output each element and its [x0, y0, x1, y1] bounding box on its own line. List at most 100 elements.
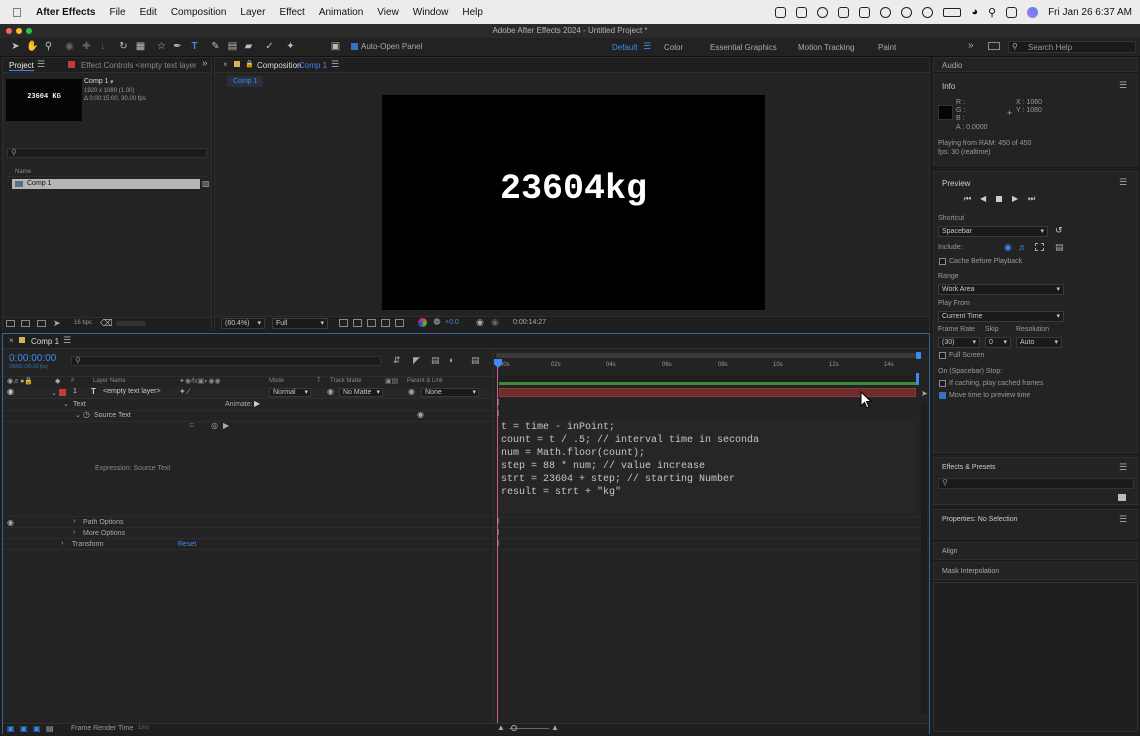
menu-effect[interactable]: Effect — [279, 7, 304, 18]
timeline-tab-menu-icon[interactable]: ☰ — [63, 335, 71, 346]
menubar-datetime[interactable]: Fri Jan 26 6:37 AM — [1048, 7, 1132, 18]
region-of-interest-icon[interactable] — [381, 319, 390, 327]
source-text-label[interactable]: Source Text — [94, 412, 131, 419]
close-timeline-tab-icon[interactable]: × — [9, 336, 14, 345]
apple-icon[interactable]:  — [12, 5, 26, 20]
cache-before-playback-checkbox[interactable] — [939, 258, 946, 265]
close-comp-tab-icon[interactable]: × — [223, 60, 228, 69]
thumbnail-slider[interactable] — [116, 321, 146, 326]
app-name-menu[interactable]: After Effects — [36, 7, 95, 18]
pan-behind-tool-icon[interactable]: ▦ — [135, 41, 146, 52]
twirl-down-icon[interactable]: ⌄ — [51, 389, 57, 397]
control-center-icon[interactable] — [1006, 6, 1018, 18]
last-frame-icon[interactable]: ⏭ — [1028, 194, 1035, 204]
roto-brush-tool-icon[interactable]: ✓ — [264, 41, 275, 52]
include-overlays-icon[interactable] — [1035, 243, 1044, 251]
camera-icon[interactable] — [838, 6, 850, 18]
shape-tool-icon[interactable]: ☆ — [156, 41, 167, 52]
effects-search-field[interactable]: ⚲ — [938, 478, 1134, 489]
resolution-preview-dropdown[interactable]: Auto ▾ — [1016, 337, 1062, 348]
reset-shortcut-icon[interactable]: ↺ — [1055, 225, 1063, 236]
workspace-menu-icon[interactable]: ☰ — [643, 41, 651, 52]
move-time-checkbox[interactable] — [939, 392, 946, 399]
exposure-icon[interactable]: ❁ — [433, 317, 441, 328]
zoom-in-time-icon[interactable]: ▲ — [551, 723, 559, 732]
name-column-header[interactable]: Name — [15, 169, 31, 175]
flowchart-icon[interactable]: ▨ — [202, 179, 210, 188]
work-area-end-handle[interactable] — [916, 352, 921, 359]
lock-icon[interactable]: 🔒 — [245, 60, 254, 68]
interpret-footage-icon[interactable] — [6, 320, 15, 327]
canvas-text-layer[interactable]: 23604kg — [382, 169, 765, 209]
viewer-timecode[interactable]: 0:00:14:27 — [513, 319, 546, 326]
snapshot-camera-icon[interactable]: ◉ — [476, 317, 484, 328]
menu-view[interactable]: View — [377, 7, 399, 18]
eraser-tool-icon[interactable]: ▰ — [243, 41, 254, 52]
source-text-pickwhip-icon[interactable]: ◉ — [417, 410, 424, 419]
more-options-label[interactable]: More Options — [83, 530, 125, 537]
time-ruler[interactable]: 00s 02s 04s 06s 08s 10s 12s 14s — [496, 360, 920, 372]
stop-icon[interactable] — [996, 196, 1002, 202]
zoom-window-button[interactable] — [26, 28, 32, 34]
panel-overflow-icon[interactable]: » — [202, 58, 208, 69]
magnification-dropdown[interactable]: (60.4%) ▾ — [221, 318, 265, 329]
dolly-tool-icon[interactable]: ↓ — [97, 41, 108, 52]
workspace-color-tab[interactable]: Color — [664, 43, 683, 52]
transparency-grid-icon[interactable] — [353, 319, 362, 327]
in-out-toggle-icon[interactable]: ▣ — [33, 724, 41, 733]
workspace-default-tab[interactable]: Default — [612, 43, 637, 52]
info-panel-menu-icon[interactable]: ☰ — [1119, 80, 1127, 91]
align-title[interactable]: Align — [942, 548, 958, 555]
layer-mode-dropdown[interactable]: Normal ▾ — [269, 388, 311, 397]
expression-line-5[interactable]: strt = 23604 + step; // starting Number — [501, 474, 735, 485]
shortcut-dropdown[interactable]: Spacebar ▾ — [938, 226, 1048, 237]
work-area-bar[interactable] — [496, 353, 920, 358]
parent-dropdown[interactable]: None ▾ — [421, 388, 479, 397]
shy-layers-icon[interactable]: ◤ — [413, 355, 420, 366]
preview-panel-title[interactable]: Preview — [942, 179, 970, 188]
info-panel-title[interactable]: Info — [942, 82, 955, 91]
more-options-twirl-icon[interactable]: › — [73, 529, 75, 536]
graph-editor-icon[interactable]: ▤ — [471, 355, 480, 366]
expression-line-1[interactable]: t = time - inPoint; — [501, 422, 615, 433]
resolution-dropdown[interactable]: Full ▾ — [272, 318, 328, 329]
expression-language-menu-icon[interactable]: ▶ — [223, 421, 229, 430]
video-visibility-eye-icon[interactable]: ◉ — [7, 387, 14, 396]
expression-graph-icon[interactable]: ◎ — [211, 421, 218, 430]
type-tool-icon[interactable]: T — [189, 41, 200, 52]
fast-previews-icon[interactable] — [339, 319, 348, 327]
minimize-window-button[interactable] — [16, 28, 22, 34]
hand-tool-icon[interactable]: ✋ — [26, 41, 38, 52]
selection-tool-icon[interactable]: ➤ — [10, 41, 21, 52]
zoom-tool-icon[interactable]: ⚲ — [43, 41, 54, 52]
menu-composition[interactable]: Composition — [171, 7, 227, 18]
if-caching-checkbox[interactable] — [939, 380, 946, 387]
mask-interpolation-title[interactable]: Mask Interpolation — [942, 568, 999, 575]
pan-tool-icon[interactable]: ✚ — [81, 41, 92, 52]
coin-icon[interactable] — [880, 6, 892, 18]
transform-label[interactable]: Transform — [72, 541, 104, 548]
properties-menu-icon[interactable]: ☰ — [1119, 514, 1127, 525]
siri-icon[interactable] — [1027, 6, 1039, 18]
layer-name-column-header[interactable]: Layer Name — [93, 378, 126, 384]
expression-line-4[interactable]: step = 88 * num; // value increase — [501, 461, 705, 472]
audio-panel-title[interactable]: Audio — [942, 61, 962, 70]
color-channel-icon[interactable] — [418, 318, 427, 327]
mask-visibility-icon[interactable] — [367, 319, 376, 327]
layer-switches-icon[interactable]: ✦ ∕ — [179, 387, 189, 396]
parent-pickwhip-icon[interactable]: ◉ — [408, 387, 415, 396]
expression-line-6[interactable]: result = strt + "kg" — [501, 487, 621, 498]
clone-stamp-tool-icon[interactable]: ▤ — [227, 41, 238, 52]
current-time-display[interactable]: 0:00:00:00 — [9, 353, 56, 364]
pen-tool-icon[interactable]: ✒ — [172, 41, 183, 52]
effects-presets-title[interactable]: Effects & Presets — [942, 464, 996, 471]
transfer-controls-toggle-icon[interactable]: ▣ — [20, 724, 28, 733]
properties-title[interactable]: Properties: No Selection — [942, 516, 1017, 523]
expression-line-2[interactable]: count = t / .5; // interval time in seco… — [501, 435, 759, 446]
composition-tab-menu-icon[interactable]: ☰ — [331, 59, 339, 70]
previous-frame-icon[interactable]: ◀ — [980, 194, 986, 203]
render-time-toggle-icon[interactable]: ▤ — [46, 724, 54, 733]
grammarly-icon[interactable] — [901, 6, 913, 18]
battery-icon[interactable] — [943, 7, 962, 17]
comp-name-label[interactable]: Comp 1 — [84, 78, 109, 85]
